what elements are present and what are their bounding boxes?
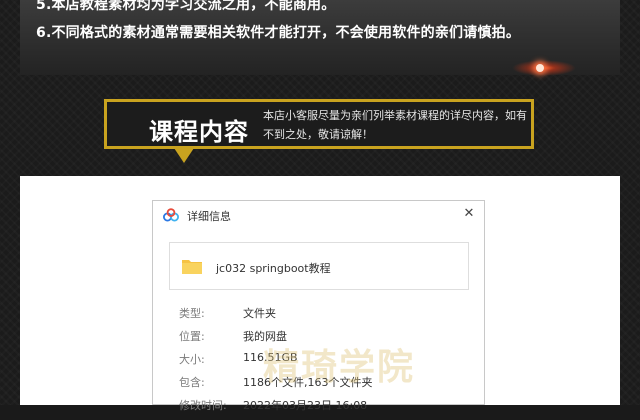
info-value: 文件夹	[243, 307, 276, 320]
file-card: jc032 springboot教程	[169, 242, 469, 290]
section-header-pointer	[174, 148, 194, 163]
info-value: 2022年03月23日 16:08	[243, 399, 368, 412]
lens-flare-decoration	[512, 60, 576, 76]
info-row-type: 类型: 文件夹	[179, 305, 469, 328]
baidu-netdisk-icon	[163, 208, 179, 222]
info-label: 包含:	[179, 376, 205, 389]
info-row-modified: 修改时间: 2022年03月23日 16:08	[179, 397, 469, 420]
info-label: 位置:	[179, 330, 205, 343]
section-title: 课程内容	[149, 118, 249, 146]
folder-name: jc032 springboot教程	[216, 262, 331, 275]
section-description: 本店小客服尽量为亲们列举素材课程的详尽内容，如有不到之处，敬请谅解！	[263, 109, 527, 141]
dialog-titlebar[interactable]: 详细信息 ✕	[153, 201, 484, 229]
info-label: 修改时间:	[179, 399, 227, 412]
notice-line-5: 5.本店教程素材均为学习交流之用，不能商用。	[36, 0, 336, 13]
close-icon[interactable]: ✕	[459, 204, 479, 224]
info-label: 类型:	[179, 307, 205, 320]
notice-line-6: 6.不同格式的素材通常需要相关软件才能打开，不会使用软件的亲们请慎拍。	[36, 25, 521, 41]
dialog-title: 详细信息	[187, 210, 231, 223]
lens-flare-core	[536, 64, 544, 72]
info-label: 大小:	[179, 353, 205, 366]
watermark-text: 精琦学院	[263, 346, 416, 388]
folder-icon	[182, 260, 202, 274]
